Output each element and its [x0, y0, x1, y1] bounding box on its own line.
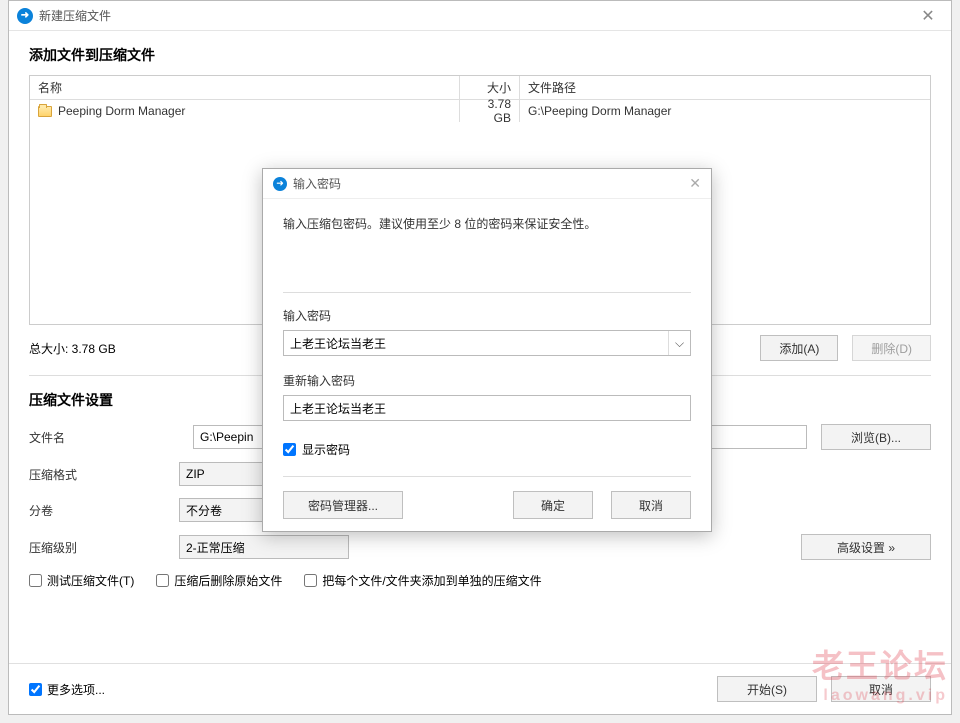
show-password-checkbox[interactable]: 显示密码	[283, 441, 691, 458]
file-path: G:\Peeping Dorm Manager	[520, 100, 930, 122]
table-row[interactable]: Peeping Dorm Manager 3.78 GB G:\Peeping …	[30, 100, 930, 122]
section-title: 添加文件到压缩文件	[29, 45, 931, 65]
dialog-icon: ➜	[273, 177, 287, 191]
app-icon: ➜	[17, 8, 33, 24]
window-title: 新建压缩文件	[39, 7, 111, 24]
level-select[interactable]	[179, 535, 349, 559]
confirm-password-input[interactable]	[283, 395, 691, 421]
browse-button[interactable]: 浏览(B)...	[821, 424, 931, 450]
column-size[interactable]: 大小	[460, 76, 520, 99]
column-name[interactable]: 名称	[30, 76, 460, 99]
file-name: Peeping Dorm Manager	[58, 104, 185, 118]
password-dialog: ➜ 输入密码 ✕ 输入压缩包密码。建议使用至少 8 位的密码来保证安全性。 输入…	[262, 168, 712, 532]
more-options-checkbox[interactable]: 更多选项...	[29, 681, 105, 698]
total-size-label: 总大小: 3.78 GB	[29, 340, 116, 357]
dialog-title: 输入密码	[293, 175, 341, 192]
dialog-cancel-button[interactable]: 取消	[611, 491, 691, 519]
password-label: 输入密码	[283, 307, 691, 324]
confirm-password-label: 重新输入密码	[283, 372, 691, 389]
cancel-button[interactable]: 取消	[831, 676, 931, 702]
filename-label: 文件名	[29, 429, 179, 446]
add-button[interactable]: 添加(A)	[760, 335, 838, 361]
password-manager-button[interactable]: 密码管理器...	[283, 491, 403, 519]
password-hint: 输入压缩包密码。建议使用至少 8 位的密码来保证安全性。	[283, 215, 691, 232]
level-label: 压缩级别	[29, 539, 179, 556]
start-button[interactable]: 开始(S)	[717, 676, 817, 702]
column-path[interactable]: 文件路径	[520, 76, 930, 99]
file-size: 3.78 GB	[460, 100, 520, 122]
ok-button[interactable]: 确定	[513, 491, 593, 519]
advanced-button[interactable]: 高级设置 »	[801, 534, 931, 560]
close-icon[interactable]: ✕	[913, 6, 943, 26]
delete-original-checkbox[interactable]: 压缩后删除原始文件	[156, 572, 282, 589]
folder-icon	[38, 106, 52, 117]
split-label: 分卷	[29, 502, 179, 519]
dialog-titlebar: ➜ 输入密码 ✕	[263, 169, 711, 199]
dialog-close-icon[interactable]: ✕	[689, 175, 701, 192]
chevron-down-icon[interactable]: ⌵	[668, 331, 690, 355]
delete-button: 删除(D)	[852, 335, 931, 361]
format-label: 压缩格式	[29, 466, 179, 483]
titlebar: ➜ 新建压缩文件 ✕	[9, 1, 951, 31]
test-archive-checkbox[interactable]: 测试压缩文件(T)	[29, 572, 134, 589]
separate-archives-checkbox[interactable]: 把每个文件/文件夹添加到单独的压缩文件	[304, 572, 541, 589]
bottom-bar: 更多选项... 开始(S) 取消	[9, 663, 951, 714]
password-input[interactable]: ⌵	[283, 330, 691, 356]
